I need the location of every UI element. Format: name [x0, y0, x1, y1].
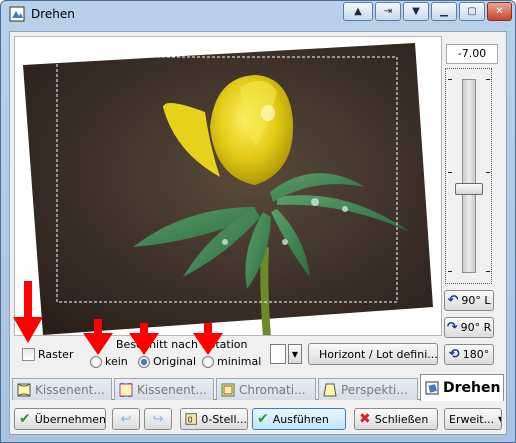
extended-button[interactable]: Erweit... ▼: [444, 408, 502, 430]
rotate-180-icon: ⟲: [448, 347, 460, 362]
close-window-button[interactable]: ✕: [487, 2, 512, 21]
window-title: Drehen: [31, 7, 75, 21]
chromatic-icon: [221, 383, 235, 396]
tab-strip: Kissenent... Kissenent... Chromati... Pe…: [12, 374, 504, 401]
tab-perspektive[interactable]: Perspekti...: [318, 378, 418, 400]
rotate-180-button[interactable]: ⟲ 180°: [444, 344, 494, 365]
tab-kissenentzerrung-1[interactable]: Kissenent...: [12, 378, 112, 400]
redo-icon: ↪: [152, 411, 164, 427]
tab-drehen[interactable]: Drehen: [420, 374, 504, 401]
title-bar[interactable]: Drehen ▲ ⇥ ▼ ▁ ▢ ✕: [1, 1, 515, 27]
horizont-button[interactable]: Horizont / Lot defini...: [308, 343, 438, 365]
checkbox-box[interactable]: [22, 348, 35, 361]
raster-label: Raster: [38, 348, 74, 361]
close-button[interactable]: ✖ Schließen: [354, 408, 438, 430]
redo-button[interactable]: ↪: [144, 408, 172, 430]
radio-button-selected[interactable]: [138, 355, 150, 368]
perspective-icon: [323, 383, 337, 396]
action-bar: ✔ Übernehmen ↩ ↪ 0 0-Stell... ✔ Ausführe…: [12, 404, 504, 432]
execute-button[interactable]: ✔ Ausführen: [252, 408, 346, 430]
svg-text:0: 0: [188, 416, 193, 425]
pin-icon[interactable]: ⇥: [375, 2, 401, 21]
minimize-button[interactable]: ▁: [431, 2, 457, 21]
execute-check-icon: ✔: [257, 411, 269, 427]
scroll-up-icon[interactable]: ▲: [343, 2, 373, 21]
annotation-arrow-icon: [193, 323, 223, 355]
rotation-slider[interactable]: [445, 68, 492, 284]
barrel-icon: [119, 382, 133, 397]
chevron-down-icon: ▼: [498, 415, 501, 424]
color-dropdown-icon[interactable]: ▼: [288, 344, 302, 364]
checkmark-icon: ✔: [19, 411, 31, 427]
fill-color-swatch[interactable]: [270, 344, 286, 364]
rotate-left-icon: ↶: [447, 293, 459, 308]
radio-button[interactable]: [90, 355, 102, 368]
undo-icon: ↩: [120, 411, 132, 427]
reset-button[interactable]: 0 0-Stell...: [180, 408, 248, 430]
annotation-arrow-icon: [129, 323, 159, 355]
slider-tick: [486, 271, 490, 272]
rotate-right-icon: ↷: [446, 320, 458, 335]
dropdown-icon[interactable]: ▼: [403, 2, 429, 21]
slider-tick: [448, 271, 452, 272]
image-preview[interactable]: [14, 36, 442, 336]
undo-button[interactable]: ↩: [112, 408, 140, 430]
maximize-button[interactable]: ▢: [459, 2, 485, 21]
slider-track[interactable]: [462, 79, 476, 273]
angle-input[interactable]: -7.00: [446, 44, 498, 64]
rotated-photo: [23, 43, 433, 335]
slider-tick: [448, 79, 452, 80]
reset-icon: 0: [185, 413, 197, 425]
close-x-icon: ✖: [359, 411, 371, 427]
radio-button[interactable]: [202, 355, 214, 368]
annotation-arrow-icon: [13, 281, 43, 343]
rotate-90-right-button[interactable]: ↷ 90° R: [444, 317, 494, 338]
tab-kissenentzerrung-2[interactable]: Kissenent...: [114, 378, 214, 400]
slider-tick: [486, 172, 490, 173]
apply-button[interactable]: ✔ Übernehmen: [14, 408, 106, 430]
slider-tick: [486, 79, 490, 80]
dialog-content: -7.00 ↶ 90° L ↷ 90° R ⟲ 180° Raster Besc…: [9, 31, 507, 435]
annotation-arrow-icon: [83, 319, 113, 355]
slider-thumb[interactable]: [455, 183, 483, 195]
tab-chromatische-aberration[interactable]: Chromati...: [216, 378, 316, 400]
dialog-window: Drehen ▲ ⇥ ▼ ▁ ▢ ✕ -7.00 ↶ 90° L ↷ 90° R…: [0, 0, 516, 443]
rotate-90-left-button[interactable]: ↶ 90° L: [444, 290, 494, 311]
rotate-tab-icon: [425, 381, 439, 395]
app-icon: [9, 6, 25, 22]
raster-checkbox[interactable]: Raster: [22, 348, 73, 361]
slider-tick: [448, 172, 452, 173]
pincushion-icon: [17, 383, 31, 396]
